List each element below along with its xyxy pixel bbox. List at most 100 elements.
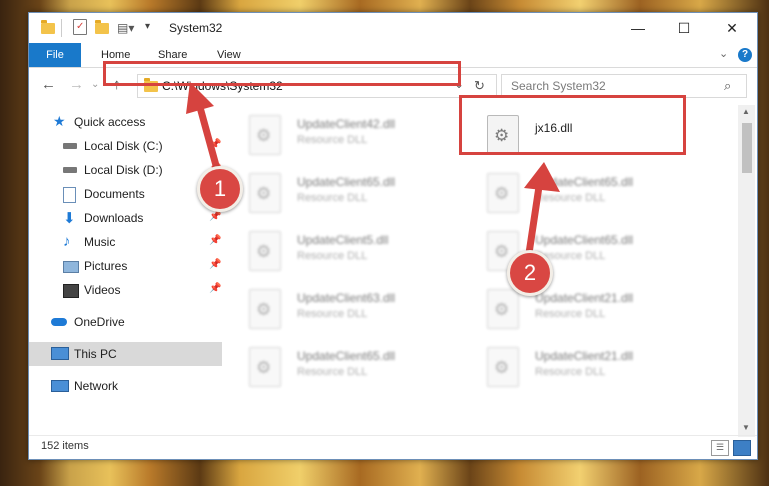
file-type: Resource DLL	[297, 192, 368, 204]
file-type: Resource DLL	[297, 366, 368, 378]
dll-file-icon	[249, 231, 281, 271]
address-bar-highlight	[103, 61, 461, 86]
forward-icon[interactable]: →	[69, 76, 84, 93]
sidebar-item-label: Pictures	[84, 259, 128, 273]
status-bar: 152 items ☰	[29, 435, 757, 460]
sidebar-item-label: This PC	[74, 347, 117, 361]
sidebar-item-downloads[interactable]: ⬇ Downloads 📌	[29, 206, 222, 230]
file-name: UpdateClient63.dll	[297, 291, 396, 305]
file-name: UpdateClient21.dll	[535, 349, 634, 363]
sidebar-item-label: OneDrive	[74, 315, 125, 329]
step-1-badge: 1	[197, 166, 243, 212]
file-name: UpdateClient21.dll	[535, 291, 634, 305]
network-icon	[51, 380, 69, 392]
chevron-down-icon[interactable]: ⌄	[719, 47, 728, 60]
customize-icon[interactable]: ▤▾	[117, 21, 134, 35]
dll-file-icon	[249, 347, 281, 387]
sidebar-item-label: Network	[74, 379, 119, 393]
details-view-icon[interactable]: ☰	[711, 440, 729, 456]
file-highlight	[459, 95, 686, 155]
file-name: UpdateClient65.dll	[535, 175, 634, 189]
list-item[interactable]: UpdateClient5.dll Resource DLL	[227, 231, 447, 285]
new-folder-icon[interactable]	[95, 20, 109, 34]
list-item[interactable]: UpdateClient21.dll Resource DLL	[465, 347, 685, 401]
list-item[interactable]: UpdateClient65.dll Resource DLL	[465, 231, 685, 285]
list-item[interactable]: UpdateClient65.dll Resource DLL	[227, 173, 447, 227]
dll-file-icon	[249, 173, 281, 213]
recent-dropdown-icon[interactable]: ⌄	[91, 79, 99, 90]
sidebar-item-videos[interactable]: Videos 📌	[29, 278, 222, 302]
back-icon[interactable]: ←	[41, 76, 56, 93]
sidebar-item-quick-access[interactable]: ★ Quick access	[29, 110, 222, 134]
sidebar-item-this-pc[interactable]: This PC	[29, 342, 222, 366]
videos-icon	[63, 284, 79, 298]
check-icon: ✓	[76, 21, 85, 32]
sidebar-item-network[interactable]: Network	[29, 374, 222, 398]
sidebar-item-music[interactable]: ♪ Music 📌	[29, 230, 222, 254]
list-item[interactable]: UpdateClient63.dll Resource DLL	[227, 289, 447, 343]
download-icon: ⬇	[63, 210, 76, 227]
search-icon[interactable]: ⌕	[724, 78, 731, 94]
list-item[interactable]: UpdateClient42.dll Resource DLL	[227, 115, 447, 169]
star-icon: ★	[53, 113, 66, 129]
tab-file[interactable]: File	[29, 43, 81, 67]
dll-file-icon	[487, 347, 519, 387]
file-type: Resource DLL	[297, 134, 368, 146]
refresh-icon[interactable]: ↻	[474, 78, 485, 94]
sidebar-item-label: Quick access	[74, 115, 146, 129]
step-2-badge: 2	[507, 250, 553, 296]
file-name: UpdateClient5.dll	[297, 233, 389, 247]
minimize-button[interactable]: —	[615, 13, 661, 43]
file-name: UpdateClient42.dll	[297, 117, 396, 131]
sidebar-item-label: Local Disk (C:)	[84, 139, 163, 153]
dll-file-icon	[249, 115, 281, 155]
list-item[interactable]: UpdateClient21.dll Resource DLL	[465, 289, 685, 343]
navigation-pane: ★ Quick access Local Disk (C:) 📌 Local D…	[29, 107, 223, 437]
maximize-button[interactable]: ☐	[661, 13, 707, 43]
list-item[interactable]: UpdateClient65.dll Resource DLL	[465, 173, 685, 227]
large-icons-view-icon[interactable]	[733, 440, 751, 456]
sidebar-item-pictures[interactable]: Pictures 📌	[29, 254, 222, 278]
cloud-icon	[51, 318, 67, 326]
pin-icon[interactable]: 📌	[209, 139, 221, 150]
file-name: UpdateClient65.dll	[535, 233, 634, 247]
sidebar-item-label: Videos	[84, 283, 121, 297]
music-icon: ♪	[63, 233, 71, 250]
dll-file-icon	[249, 289, 281, 329]
help-icon[interactable]: ?	[738, 48, 752, 62]
search-input[interactable]: Search System32	[511, 79, 606, 93]
vertical-scrollbar[interactable]: ▲ ▼	[738, 105, 755, 437]
file-type: Resource DLL	[535, 192, 606, 204]
scroll-down-icon[interactable]: ▼	[742, 423, 750, 432]
computer-icon	[51, 347, 69, 360]
drive-icon	[63, 167, 77, 173]
sidebar-item-documents[interactable]: Documents 📌	[29, 182, 222, 206]
pin-icon[interactable]: 📌	[209, 211, 221, 222]
sidebar-item-onedrive[interactable]: OneDrive	[29, 310, 222, 334]
sidebar-item-label: Downloads	[84, 211, 144, 225]
list-item[interactable]: UpdateClient65.dll Resource DLL	[227, 347, 447, 401]
file-name: UpdateClient65.dll	[297, 349, 396, 363]
documents-icon	[63, 187, 76, 203]
sidebar-item-label: Documents	[84, 187, 145, 201]
file-type: Resource DLL	[535, 366, 606, 378]
scrollbar-thumb[interactable]	[742, 123, 752, 173]
file-type: Resource DLL	[297, 308, 368, 320]
divider	[61, 19, 62, 37]
dll-file-icon	[487, 173, 519, 213]
sidebar-item-local-disk-c[interactable]: Local Disk (C:) 📌	[29, 134, 222, 158]
file-name: UpdateClient65.dll	[297, 175, 396, 189]
scroll-up-icon[interactable]: ▲	[742, 107, 750, 116]
dll-file-icon	[487, 289, 519, 329]
pin-icon[interactable]: 📌	[209, 235, 221, 246]
drive-icon	[63, 143, 77, 149]
dropdown-icon[interactable]: ▾	[145, 21, 150, 32]
pin-icon[interactable]: 📌	[209, 283, 221, 294]
sidebar-item-local-disk-d[interactable]: Local Disk (D:) 📌	[29, 158, 222, 182]
item-count: 152 items	[41, 440, 89, 452]
pin-icon[interactable]: 📌	[209, 259, 221, 270]
close-button[interactable]: ✕	[709, 13, 755, 43]
folder-icon[interactable]	[41, 20, 55, 34]
pictures-icon	[63, 261, 79, 273]
title-bar: ✓ ▤▾ ▾ System32 — ☐ ✕	[29, 13, 757, 43]
